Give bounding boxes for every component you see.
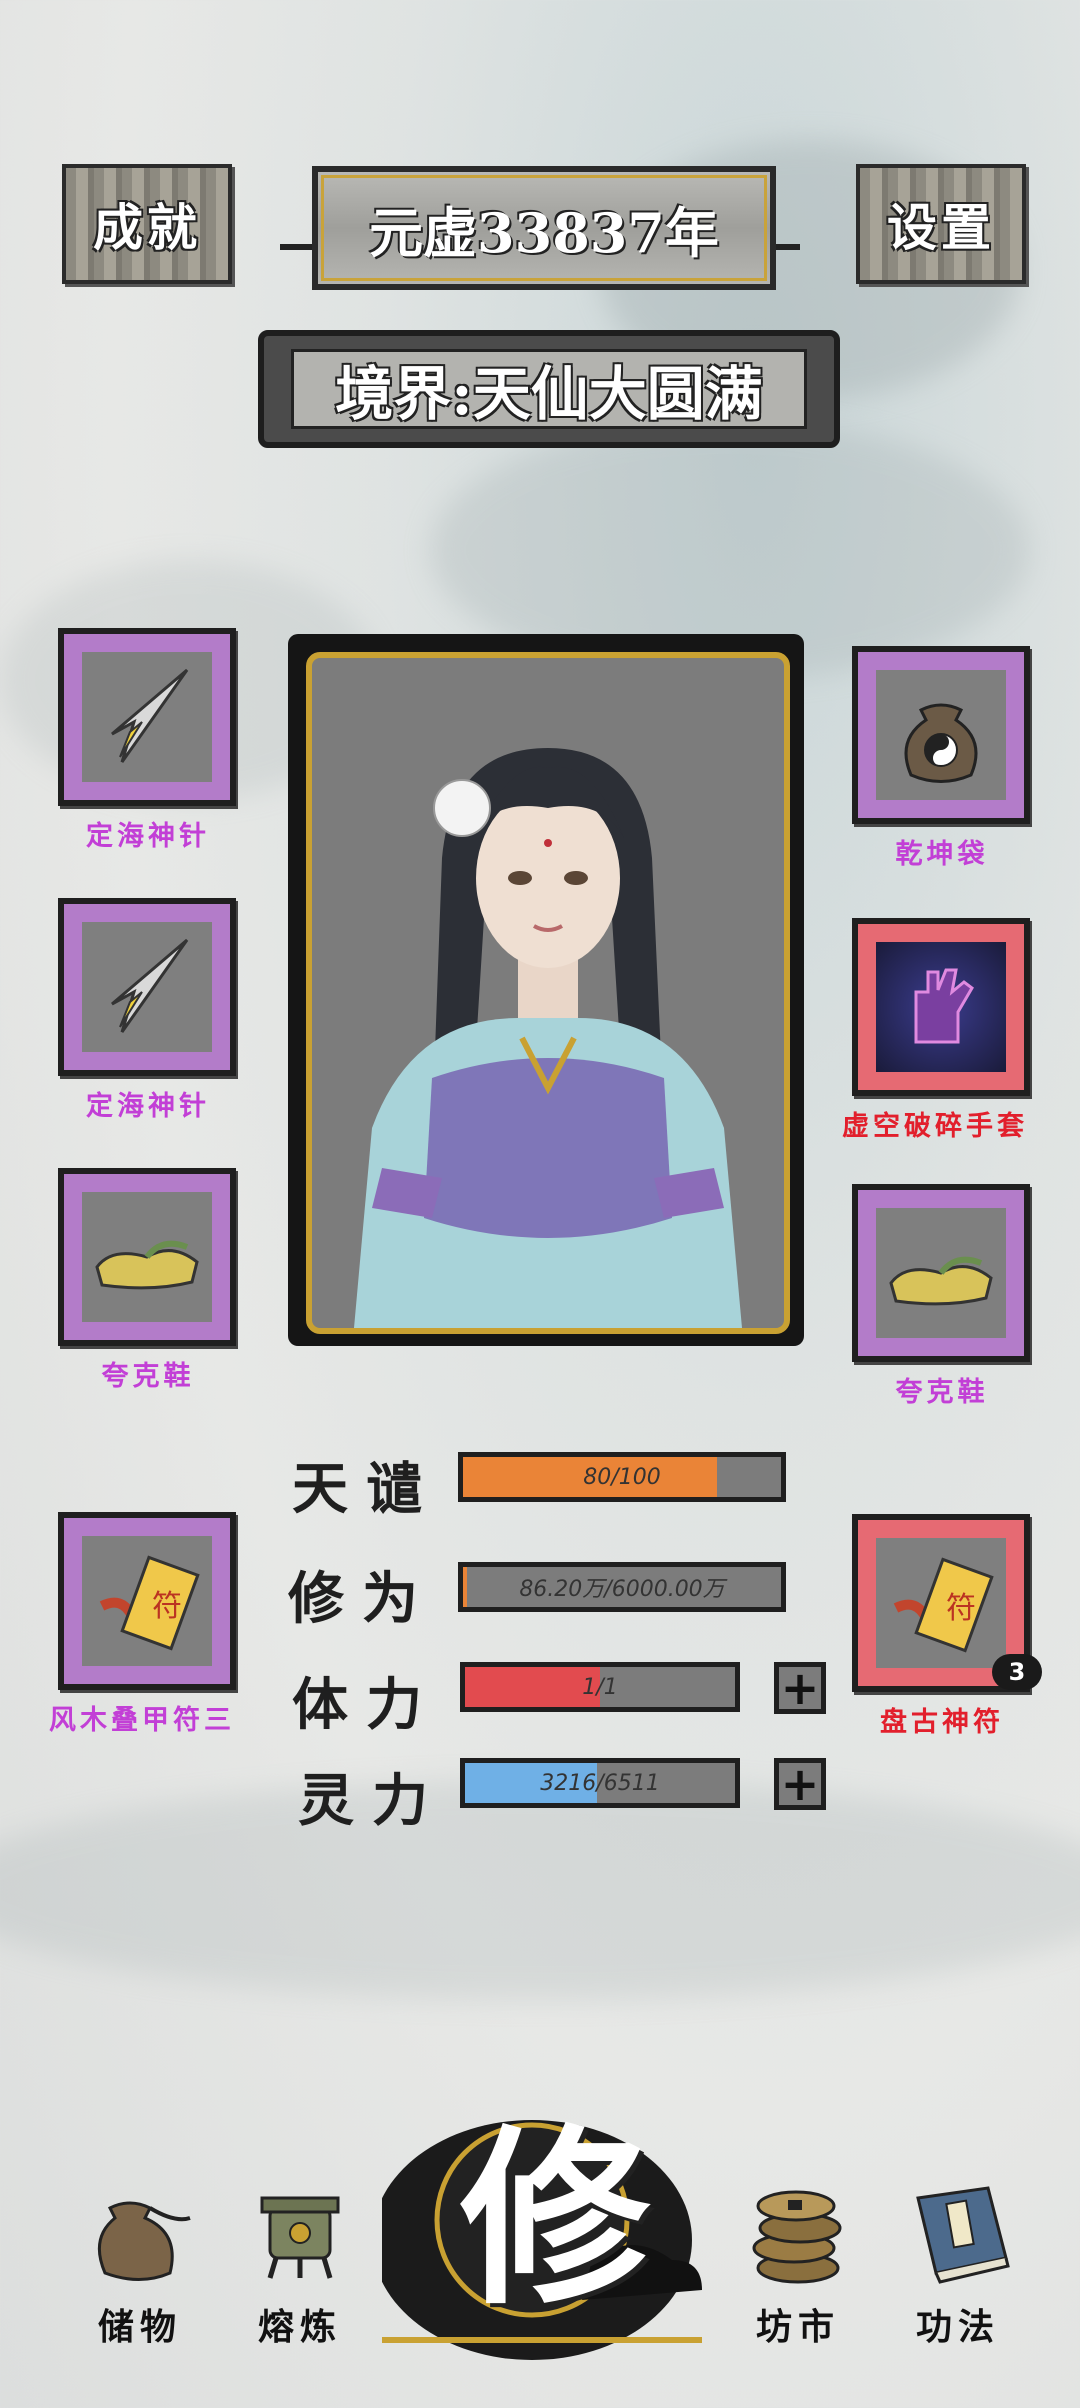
- item-frame: [852, 646, 1030, 824]
- nav-market[interactable]: 坊市: [728, 2178, 868, 2350]
- stamina-bar: 1/1: [460, 1662, 740, 1712]
- stat-label-spirit: 灵力: [298, 1768, 446, 1834]
- cauldron-icon: [260, 2196, 340, 2279]
- cultivate-button[interactable]: 修: [382, 2110, 712, 2360]
- add-stamina-button[interactable]: +: [774, 1661, 826, 1715]
- item-frame: [852, 1184, 1030, 1362]
- realm-plaque: 境界:天仙大圆满: [258, 330, 840, 448]
- shoe-icon: [876, 1208, 1006, 1338]
- talisman-icon: 符: [82, 1536, 212, 1666]
- equip-slot-right-4[interactable]: 符 盘古神符: [852, 1514, 1032, 1739]
- nav-market-label: 坊市: [755, 2306, 840, 2348]
- equip-slot-right-3[interactable]: 夸克鞋: [852, 1184, 1032, 1409]
- ink-wash: [0, 1780, 1080, 2000]
- stamina-value: 1/1: [582, 1674, 618, 1700]
- svg-text:符: 符: [946, 1591, 976, 1626]
- coins-icon: [752, 2190, 842, 2284]
- shoe-icon: [82, 1192, 212, 1322]
- item-count-badge: 3: [992, 1654, 1042, 1690]
- nav-techniques-label: 功法: [915, 2306, 1000, 2348]
- bag-icon: [876, 670, 1006, 800]
- tribulation-value: 80/100: [583, 1464, 661, 1490]
- equip-slot-right-1[interactable]: 乾坤袋: [852, 646, 1032, 871]
- equip-slot-left-1[interactable]: 定海神针: [58, 628, 238, 853]
- item-name: 定海神针: [86, 1091, 210, 1122]
- nav-storage[interactable]: 储物: [70, 2178, 210, 2350]
- nav-smelt[interactable]: 熔炼: [230, 2178, 370, 2350]
- item-name: 风木叠甲符三: [49, 1705, 235, 1736]
- character-portrait-frame: [288, 634, 804, 1346]
- equip-slot-left-2[interactable]: 定海神针: [58, 898, 238, 1123]
- item-name: 盘古神符: [880, 1707, 1004, 1738]
- nav-techniques[interactable]: 功法: [888, 2178, 1028, 2350]
- year-text: 元虚33837年: [369, 200, 719, 265]
- book-icon: [916, 2186, 1010, 2284]
- equip-slot-left-4[interactable]: 符 风木叠甲符三: [49, 1512, 238, 1737]
- stat-label-cultivation: 修为: [288, 1566, 436, 1632]
- achievements-button[interactable]: 成就: [62, 164, 232, 284]
- item-frame: 符: [58, 1512, 236, 1690]
- item-frame: [58, 898, 236, 1076]
- settings-button[interactable]: 设置: [856, 164, 1026, 284]
- nav-smelt-label: 熔炼: [257, 2306, 342, 2348]
- pouch-icon: [97, 2201, 191, 2281]
- stat-label-stamina: 体力: [292, 1672, 440, 1738]
- needle-icon: [82, 922, 212, 1052]
- add-spirit-button[interactable]: +: [774, 1757, 826, 1811]
- item-name: 夸克鞋: [101, 1361, 195, 1392]
- item-frame: [58, 628, 236, 806]
- year-plaque: 元虚33837年: [312, 166, 776, 290]
- spirit-bar: 3216/6511: [460, 1758, 740, 1808]
- tribulation-bar: 80/100: [458, 1452, 786, 1502]
- svg-text:符: 符: [152, 1589, 182, 1624]
- equip-slot-right-2[interactable]: 虚空破碎手套: [842, 918, 1032, 1143]
- equip-slot-left-3[interactable]: 夸克鞋: [58, 1168, 238, 1393]
- item-frame: [852, 918, 1030, 1096]
- glove-icon: [876, 942, 1006, 1072]
- spirit-value: 3216/6511: [540, 1770, 660, 1796]
- cultivation-value: 86.20万/6000.00万: [519, 1577, 725, 1602]
- character-portrait: [306, 652, 790, 1334]
- talisman-icon: 符: [876, 1538, 1006, 1668]
- realm-text: 境界:天仙大圆满: [291, 349, 807, 429]
- cultivate-label: 修: [460, 2107, 651, 2330]
- item-name: 定海神针: [86, 821, 210, 852]
- item-name: 乾坤袋: [895, 839, 989, 870]
- item-frame: [58, 1168, 236, 1346]
- needle-icon: [82, 652, 212, 782]
- nav-storage-label: 储物: [97, 2306, 182, 2348]
- stat-label-tribulation: 天谴: [292, 1456, 440, 1522]
- item-name: 虚空破碎手套: [842, 1111, 1028, 1142]
- cultivation-bar: 86.20万/6000.00万: [458, 1562, 786, 1612]
- item-name: 夸克鞋: [895, 1377, 989, 1408]
